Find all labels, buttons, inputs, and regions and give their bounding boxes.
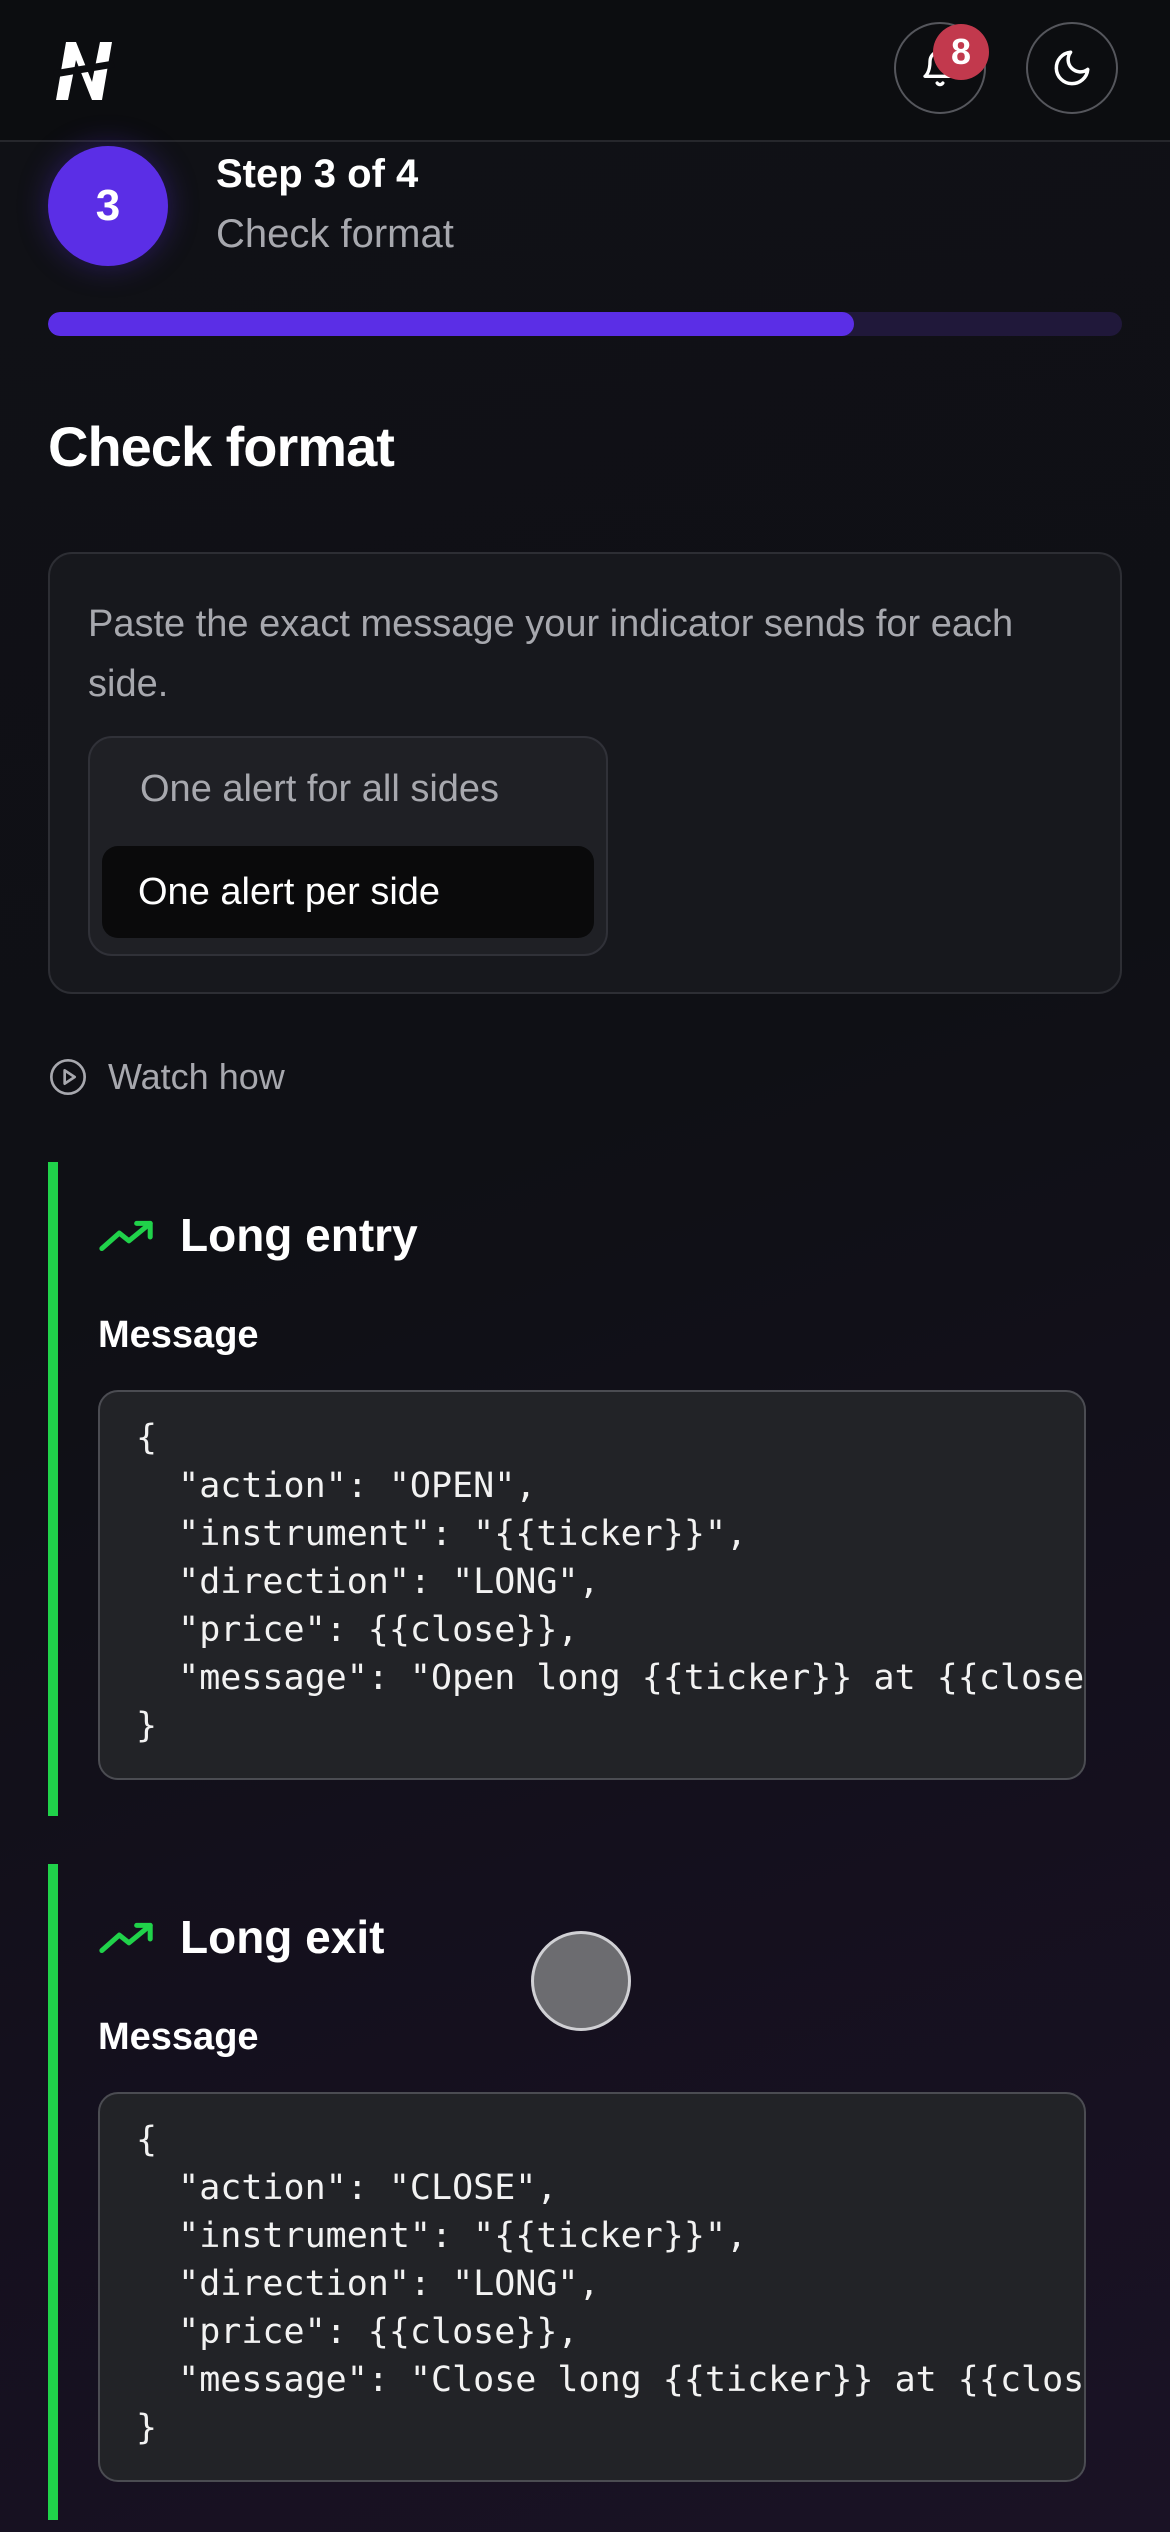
notification-count-badge: 8 [933,24,989,80]
touch-indicator [531,1931,631,2031]
top-bar: 8 [0,0,1170,142]
section-long-entry: Long entry Message { "action": "OPEN", "… [48,1162,1122,1816]
message-code: { "action": "OPEN", "instrument": "{{tic… [136,1418,1085,1746]
step-subtitle: Check format [216,212,454,256]
section-header: Long entry [98,1208,418,1262]
option-one-alert-per-side[interactable]: One alert per side [102,846,594,938]
play-circle-icon [50,1059,86,1095]
trending-up-icon [99,1922,153,1954]
step-progress-fill [48,312,854,336]
message-textarea[interactable]: { "action": "CLOSE", "instrument": "{{ti… [98,2092,1086,2482]
moon-icon [1054,50,1090,86]
option-one-alert-all-sides[interactable]: One alert for all sides [140,768,499,811]
trending-up-icon [99,1220,153,1252]
format-card: Paste the exact message your indicator s… [48,552,1122,994]
step-number-circle: 3 [48,146,168,266]
message-code: { "action": "CLOSE", "instrument": "{{ti… [136,2120,1085,2448]
message-label: Message [98,2016,259,2058]
section-header: Long exit [98,1910,384,1964]
alert-mode-selector: One alert for all sides One alert per si… [88,736,608,956]
page-title: Check format [48,415,395,478]
page: 8 3 Step 3 of 4 Check format Check forma… [0,0,1170,2532]
watch-how-label: Watch how [108,1056,285,1097]
format-description: Paste the exact message your indicator s… [88,603,1014,705]
message-label: Message [98,1314,259,1356]
section-title: Long exit [180,1911,385,1963]
theme-toggle-button[interactable] [1026,22,1118,114]
step-progress-bar [48,312,1122,336]
brand-logo-icon[interactable] [48,34,120,106]
message-textarea[interactable]: { "action": "OPEN", "instrument": "{{tic… [98,1390,1086,1780]
watch-how-link[interactable]: Watch how [48,1056,285,1098]
step-title: Step 3 of 4 [216,152,419,196]
section-title: Long entry [180,1209,418,1261]
